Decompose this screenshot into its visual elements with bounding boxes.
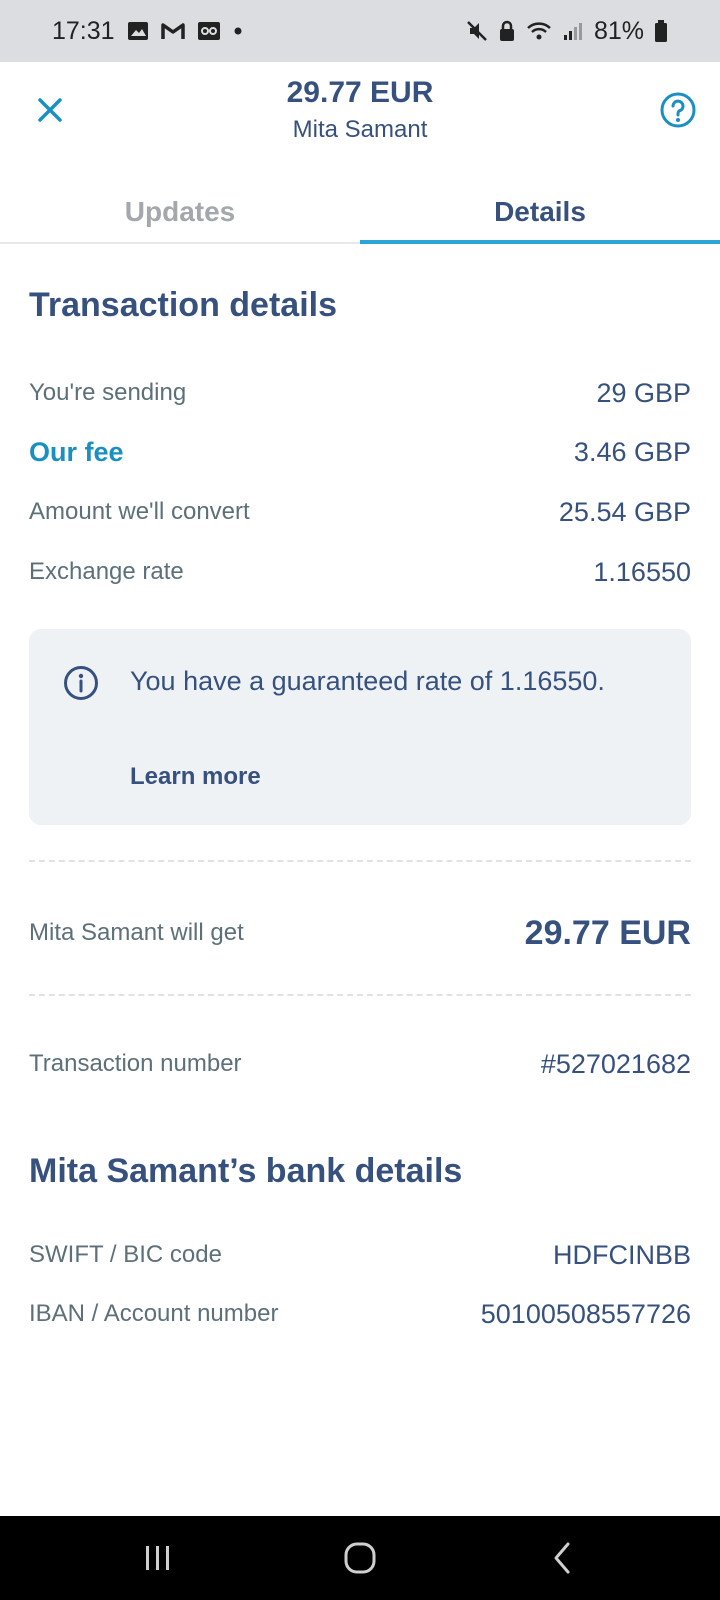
bank-row-swift: SWIFT / BIC code HDFCINBB (29, 1235, 691, 1275)
help-button[interactable] (658, 90, 698, 130)
tab-updates[interactable]: Updates (0, 180, 360, 244)
header-recipient: Mita Samant (292, 116, 428, 143)
system-nav-bar (0, 1516, 720, 1600)
detail-row-convert: Amount we'll convert 25.54 GBP (29, 492, 691, 532)
transaction-number-label: Transaction number (29, 1050, 242, 1077)
gallery-icon (127, 21, 149, 41)
status-bar: 17:31 81% (0, 0, 720, 62)
dot-icon (233, 26, 243, 36)
gmail-icon (160, 22, 185, 40)
detail-value: 29 GBP (596, 377, 691, 408)
signal-icon (562, 20, 584, 42)
recipient-gets-value: 29.77 EUR (524, 913, 691, 952)
detail-label: IBAN / Account number (29, 1300, 279, 1327)
info-icon (64, 666, 98, 700)
help-icon (660, 92, 696, 128)
header-amount: 29.77 EUR (286, 76, 434, 109)
detail-row-rate: Exchange rate 1.16550 (29, 552, 691, 592)
fee-link[interactable]: Our fee (29, 437, 124, 468)
detail-label: Amount we'll convert (29, 498, 250, 525)
detail-value: 1.16550 (593, 556, 691, 587)
battery-icon (654, 19, 668, 43)
detail-value: 25.54 GBP (558, 496, 691, 527)
guaranteed-rate-info-box: You have a guaranteed rate of 1.16550. L… (29, 629, 691, 825)
transaction-number-value: #527021682 (540, 1048, 691, 1079)
detail-value: 50100508557726 (480, 1298, 691, 1329)
recipient-gets-row: Mita Samant will get 29.77 EUR (29, 910, 691, 956)
bank-details-title: Mita Samant’s bank details (29, 1152, 463, 1190)
battery-percent: 81% (593, 16, 644, 45)
detail-value: HDFCINBB (552, 1239, 691, 1270)
mute-icon (466, 20, 488, 42)
status-time: 17:31 (52, 16, 115, 45)
header: 29.77 EUR Mita Samant (0, 62, 720, 182)
divider (29, 994, 691, 996)
home-button[interactable] (336, 1534, 384, 1582)
recipient-gets-label: Mita Samant will get (29, 919, 244, 946)
back-icon (554, 1542, 570, 1574)
detail-value: 3.46 GBP (573, 436, 691, 467)
divider (29, 860, 691, 862)
active-tab-indicator (360, 240, 720, 244)
detail-label: You're sending (29, 379, 187, 406)
detail-row-fee[interactable]: Our fee 3.46 GBP (29, 432, 691, 472)
voicemail-icon (197, 21, 221, 41)
transaction-details-title: Transaction details (29, 286, 337, 324)
detail-row-sending: You're sending 29 GBP (29, 373, 691, 413)
tab-bar: Updates Details (0, 180, 720, 244)
wifi-icon (526, 20, 552, 42)
detail-label: Exchange rate (29, 558, 184, 585)
back-button[interactable] (538, 1534, 586, 1582)
bank-row-iban: IBAN / Account number 50100508557726 (29, 1294, 691, 1334)
transaction-number-row: Transaction number #527021682 (29, 1044, 691, 1084)
recent-apps-button[interactable] (134, 1534, 182, 1582)
learn-more-link[interactable]: Learn more (130, 763, 261, 791)
recent-apps-icon (146, 1546, 169, 1570)
detail-label: SWIFT / BIC code (29, 1241, 222, 1268)
guaranteed-rate-text: You have a guaranteed rate of 1.16550. (130, 666, 605, 696)
screen: 17:31 81% 29.77 EUR Mita Samant Updates … (0, 0, 720, 1600)
lock-icon (498, 20, 516, 42)
tab-details[interactable]: Details (360, 180, 720, 244)
home-icon (344, 1542, 376, 1574)
